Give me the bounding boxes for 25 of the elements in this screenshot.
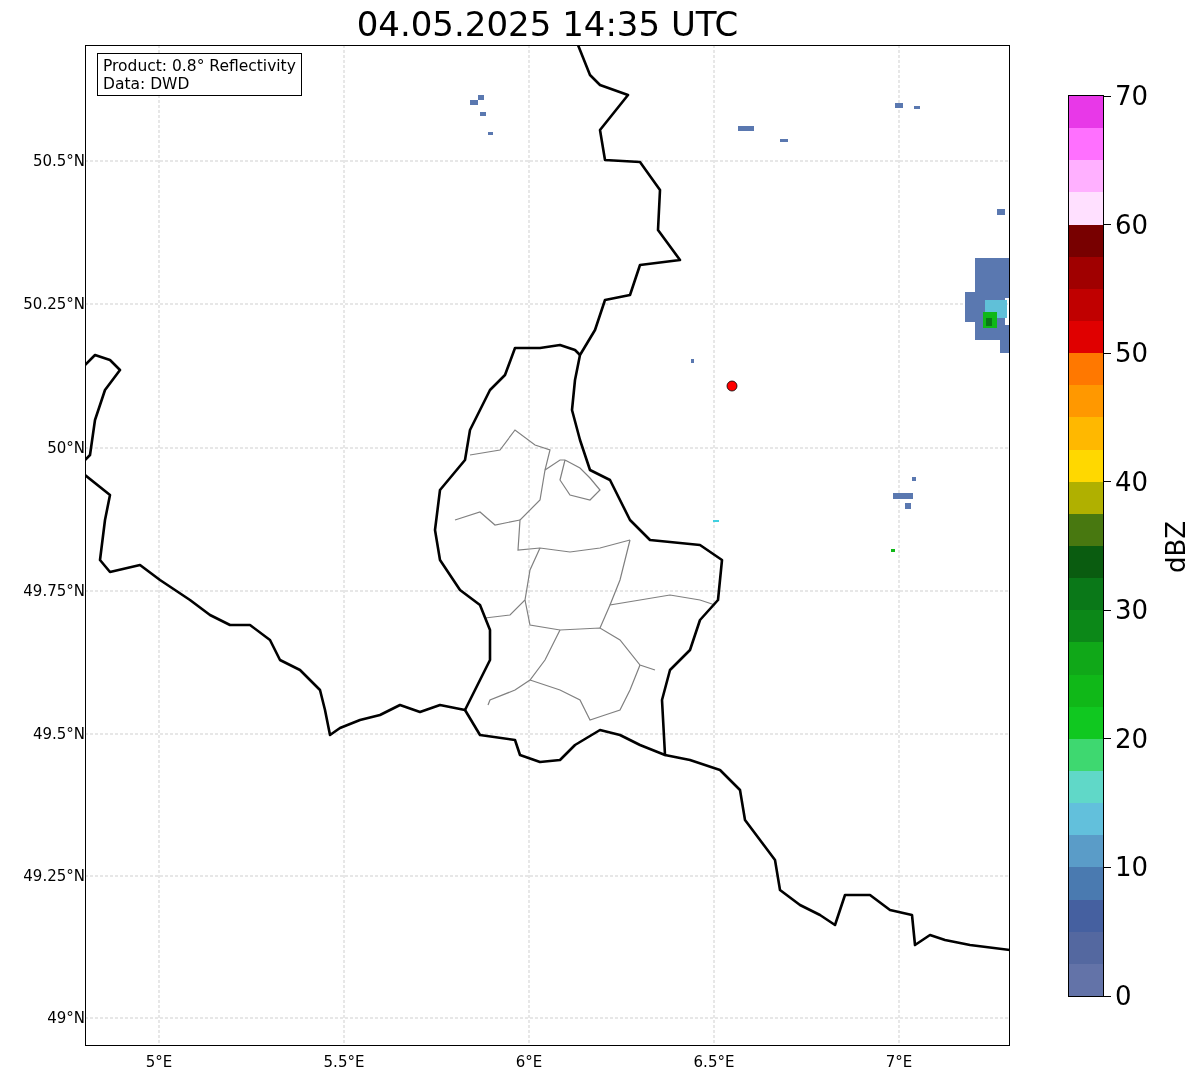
longitude-label: 6.5°E: [693, 1053, 735, 1071]
latitude-label: 49.5°N: [32, 725, 85, 743]
colorbar-tick-label: 0: [1115, 981, 1132, 1011]
longitude-label: 5°E: [145, 1053, 173, 1071]
colorbar-tick-label: 70: [1115, 81, 1149, 111]
colorbar-tick-label: 60: [1115, 209, 1149, 240]
radar-site-marker: [726, 380, 738, 392]
colorbar-tick-label: 30: [1115, 595, 1149, 626]
latitude-label: 50°N: [47, 439, 85, 457]
colorbar-tick-label: 50: [1115, 338, 1149, 369]
chart-title: 04.05.2025 14:35 UTC: [355, 4, 740, 44]
colorbar-tick-label: 40: [1115, 466, 1149, 497]
colorbar-tick-label: 20: [1115, 723, 1149, 754]
longitude-label: 5.5°E: [323, 1053, 365, 1071]
longitude-label: 7°E: [885, 1053, 913, 1071]
colorbar-tick-label: 10: [1115, 852, 1149, 883]
longitude-label: 6°E: [515, 1053, 543, 1071]
latitude-label: 50.5°N: [32, 152, 85, 170]
annotation-text: Product: 0.8° Reflectivity: [103, 57, 296, 75]
latitude-label: 49.75°N: [23, 582, 85, 600]
latitude-label: 50.25°N: [23, 295, 85, 313]
latitude-label: 49°N: [47, 1009, 85, 1027]
colorbar-label: dBZ: [1161, 520, 1192, 574]
latitude-label: 49.25°N: [23, 867, 85, 885]
annotation-text: Data: DWD: [103, 75, 191, 93]
